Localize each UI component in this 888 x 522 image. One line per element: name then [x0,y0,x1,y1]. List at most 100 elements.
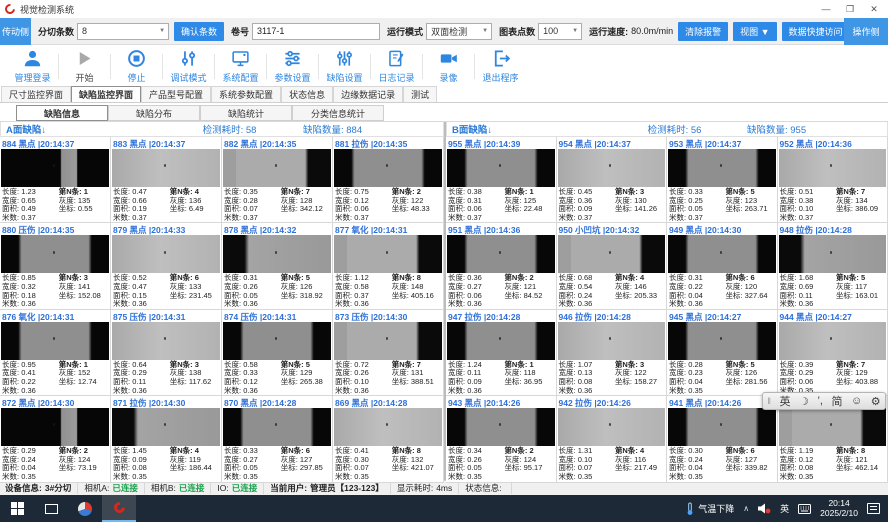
tool-slidersH-button[interactable]: 参数设置 [268,45,317,88]
defect-image[interactable] [1,322,109,360]
defect-image[interactable] [1,235,109,273]
defect-image[interactable] [334,235,442,273]
defect-cell[interactable]: 875 压伤 |20:14:31 长度: 0.64 宽度: 0.29 面积: 0… [111,310,222,396]
tool-slidersV-button[interactable]: 缺陷设置 [320,45,369,88]
defect-image[interactable] [668,408,776,446]
defect-cell[interactable]: 950 小凹坑 |20:14:32 长度: 0.68 宽度: 0.54 面积: … [557,223,668,309]
ime-drag-handle[interactable]: ‖ [767,396,771,406]
defect-image[interactable] [334,322,442,360]
defect-cell[interactable]: 883 黑点 |20:14:37 长度: 0.47 宽度: 0.66 面积: 0… [111,137,222,223]
main-tab-6[interactable]: 测试 [403,86,437,102]
defect-image[interactable] [558,322,666,360]
taskbar-clock[interactable]: 20:14 2025/2/10 [820,499,858,518]
action-center-icon[interactable] [867,503,880,514]
defect-image[interactable] [558,235,666,273]
defect-cell[interactable]: 872 黑点 |20:14:30 长度: 0.29 宽度: 0.24 面积: 0… [0,396,111,482]
ime-item-2[interactable]: ’, [817,395,823,407]
defect-image[interactable] [447,235,555,273]
confirm-count-button[interactable]: 确认条数 [174,22,224,41]
defect-cell[interactable]: 881 拉伤 |20:14:35 长度: 0.75 宽度: 0.12 面积: 0… [333,137,444,223]
sub-tab-2[interactable]: 缺陷统计 [200,105,292,121]
defect-image[interactable] [1,149,109,187]
defect-cell[interactable]: 941 黑点 |20:14:26 长度: 0.30 宽度: 0.24 面积: 0… [667,396,778,482]
tool-stop-button[interactable]: 停止 [112,45,161,88]
tool-log-button[interactable]: 日志记录 [372,45,421,88]
defect-cell[interactable]: 942 拉伤 |20:14:26 长度: 1.31 宽度: 0.10 面积: 0… [557,396,668,482]
defect-image[interactable] [779,322,887,360]
main-tab-4[interactable]: 状态信息 [281,86,333,102]
defect-image[interactable] [558,408,666,446]
defect-image[interactable] [223,149,331,187]
chart-points-select[interactable]: 100 ▼ [538,23,582,40]
defect-image[interactable] [558,149,666,187]
start-button[interactable] [0,495,34,522]
operate-side-button[interactable]: 操作侧 [844,18,888,45]
hidden-icons-button[interactable]: ∧ [743,504,749,513]
defect-cell[interactable]: 947 拉伤 |20:14:28 长度: 1.24 宽度: 0.11 面积: 0… [446,310,557,396]
defect-image[interactable] [334,149,442,187]
defect-image[interactable] [779,235,887,273]
defect-image[interactable] [779,408,887,446]
defect-cell[interactable]: 884 黑点 |20:14:37 长度: 1.23 宽度: 0.65 面积: 0… [0,137,111,223]
maximize-button[interactable]: ❐ [838,1,862,17]
defect-cell[interactable]: 879 黑点 |20:14:33 长度: 0.52 宽度: 0.47 面积: 0… [111,223,222,309]
ime-item-5[interactable]: ⚙ [871,395,881,408]
defect-image[interactable] [447,322,555,360]
slit-count-select[interactable]: 8 ▼ [77,23,169,40]
defect-image[interactable] [223,235,331,273]
defect-image[interactable] [223,408,331,446]
defect-cell[interactable]: 954 黑点 |20:14:37 长度: 0.45 宽度: 0.36 面积: 0… [557,137,668,223]
sub-tab-3[interactable]: 分类信息统计 [292,105,384,121]
defect-image[interactable] [779,149,887,187]
defect-image[interactable] [668,149,776,187]
taskbar-app-browser[interactable] [68,495,102,522]
taskbar-app-detection[interactable] [102,495,136,522]
defect-cell[interactable]: 946 拉伤 |20:14:28 长度: 1.07 宽度: 0.13 面积: 0… [557,310,668,396]
tool-play-button[interactable]: 开始 [60,45,109,88]
defect-cell[interactable]: 882 黑点 |20:14:35 长度: 0.35 宽度: 0.28 面积: 0… [222,137,333,223]
defect-image[interactable] [668,322,776,360]
ime-item-3[interactable]: 简 [831,393,842,409]
touch-keyboard-icon[interactable] [798,504,811,514]
defect-image[interactable] [1,408,109,446]
defect-cell[interactable]: 951 黑点 |20:14:36 长度: 0.36 宽度: 0.27 面积: 0… [446,223,557,309]
defect-cell[interactable]: 953 黑点 |20:14:37 长度: 0.33 宽度: 0.25 面积: 0… [667,137,778,223]
task-view-button[interactable] [34,495,68,522]
defect-cell[interactable]: 869 黑点 |20:14:28 长度: 0.41 宽度: 0.30 面积: 0… [333,396,444,482]
ime-item-0[interactable]: 英 [780,393,791,409]
defect-image[interactable] [112,408,220,446]
defect-cell[interactable]: 878 黑点 |20:14:32 长度: 0.31 宽度: 0.26 面积: 0… [222,223,333,309]
defect-cell[interactable]: 955 黑点 |20:14:39 长度: 0.38 宽度: 0.31 面积: 0… [446,137,557,223]
main-tab-0[interactable]: 尺寸监控界面 [1,86,71,102]
tool-monitor-button[interactable]: 系统配置 [216,45,265,88]
defect-cell[interactable]: 944 黑点 |20:14:27 长度: 0.39 宽度: 0.29 面积: 0… [778,310,888,396]
clear-alarm-button[interactable]: 清除报警 [678,22,728,41]
defect-image[interactable] [112,235,220,273]
defect-cell[interactable]: 870 黑点 |20:14:28 长度: 0.33 宽度: 0.27 面积: 0… [222,396,333,482]
defect-image[interactable] [223,322,331,360]
close-button[interactable]: ✕ [862,1,886,17]
defect-cell[interactable]: 877 氧化 |20:14:31 长度: 1.12 宽度: 0.58 面积: 0… [333,223,444,309]
defect-image[interactable] [447,408,555,446]
tool-camera-button[interactable]: 录像 [424,45,473,88]
defect-image[interactable] [112,322,220,360]
minimize-button[interactable]: — [814,1,838,17]
ime-item-1[interactable]: ☽ [799,395,809,408]
defect-cell[interactable]: 871 拉伤 |20:14:30 长度: 1.45 宽度: 0.09 面积: 0… [111,396,222,482]
defect-cell[interactable]: 945 黑点 |20:14:27 长度: 0.28 宽度: 0.23 面积: 0… [667,310,778,396]
main-tab-3[interactable]: 系统参数配置 [211,86,281,102]
roll-number-input[interactable]: 3117-1 [252,23,380,40]
defect-cell[interactable]: 873 压伤 |20:14:30 长度: 0.72 宽度: 0.26 面积: 0… [333,310,444,396]
defect-cell[interactable]: 876 氧化 |20:14:31 长度: 0.95 宽度: 0.41 面积: 0… [0,310,111,396]
defect-cell[interactable]: 874 压伤 |20:14:31 长度: 0.58 宽度: 0.33 面积: 0… [222,310,333,396]
defect-image[interactable] [447,149,555,187]
main-tab-5[interactable]: 边缘数据记录 [333,86,403,102]
defect-cell[interactable]: 952 黑点 |20:14:36 长度: 0.51 宽度: 0.38 面积: 0… [778,137,888,223]
defect-image[interactable] [668,235,776,273]
defect-cell[interactable]: 943 黑点 |20:14:26 长度: 0.34 宽度: 0.26 面积: 0… [446,396,557,482]
defect-cell[interactable]: 948 拉伤 |20:14:28 长度: 1.68 宽度: 0.69 面积: 0… [778,223,888,309]
tool-exit-button[interactable]: 退出程序 [476,45,525,88]
input-language-indicator[interactable]: 英 [780,502,789,515]
defect-cell[interactable]: 880 压伤 |20:14:35 长度: 0.85 宽度: 0.32 面积: 0… [0,223,111,309]
defect-image[interactable] [334,408,442,446]
